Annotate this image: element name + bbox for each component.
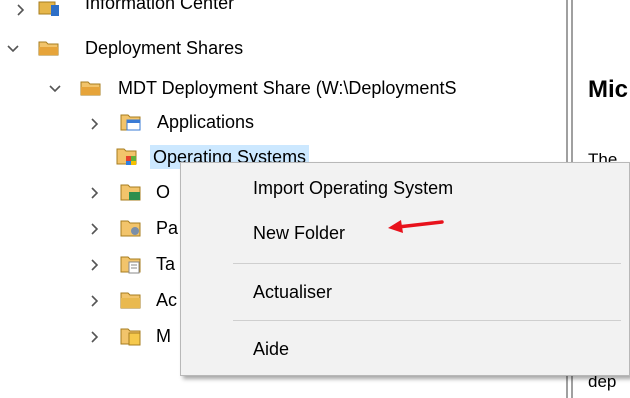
- packages-icon: [120, 218, 142, 238]
- tree-item-mdt-deployment-share[interactable]: MDT Deployment Share (W:\DeploymentS: [115, 76, 459, 100]
- information-center-icon: [38, 0, 60, 17]
- deployment-shares-icon: [38, 38, 60, 58]
- menu-item-new-folder[interactable]: New Folder: [253, 221, 345, 245]
- tree-item-packages[interactable]: Pa: [153, 216, 181, 240]
- advanced-configuration-icon: [120, 290, 142, 310]
- menu-item-help[interactable]: Aide: [253, 337, 289, 361]
- chevron-right-icon[interactable]: [88, 294, 102, 308]
- chevron-right-icon[interactable]: [88, 186, 102, 200]
- deployment-share-icon: [80, 78, 102, 98]
- tree-item-out-of-box-drivers[interactable]: O: [153, 180, 173, 204]
- chevron-down-icon[interactable]: [6, 42, 20, 56]
- tree-item-deployment-shares[interactable]: Deployment Shares: [82, 36, 246, 60]
- tree-item-advanced-configuration[interactable]: Ac: [153, 288, 180, 312]
- chevron-right-icon[interactable]: [88, 258, 102, 272]
- chevron-right-icon[interactable]: [88, 117, 102, 131]
- tree-item-applications[interactable]: Applications: [154, 110, 257, 134]
- chevron-right-icon[interactable]: [88, 222, 102, 236]
- tree-item-information-center[interactable]: Information Center: [82, 0, 237, 15]
- tree-item-task-sequences[interactable]: Ta: [153, 252, 178, 276]
- menu-item-refresh[interactable]: Actualiser: [253, 280, 332, 304]
- menu-separator: [233, 320, 621, 321]
- annotation-arrow-icon: [388, 220, 444, 233]
- task-sequences-icon: [120, 254, 142, 274]
- tree-item-monitoring[interactable]: M: [153, 324, 174, 348]
- applications-icon: [120, 112, 142, 132]
- chevron-right-icon[interactable]: [14, 3, 28, 17]
- chevron-down-icon[interactable]: [48, 82, 62, 96]
- menu-item-import-operating-system[interactable]: Import Operating System: [253, 176, 453, 200]
- details-title: Mic: [588, 76, 629, 103]
- menu-separator: [233, 263, 621, 264]
- monitoring-icon: [120, 326, 142, 346]
- drivers-icon: [120, 182, 142, 202]
- context-menu: Import Operating System New Folder Actua…: [180, 162, 630, 376]
- operating-systems-icon: [116, 146, 138, 166]
- chevron-right-icon[interactable]: [88, 330, 102, 344]
